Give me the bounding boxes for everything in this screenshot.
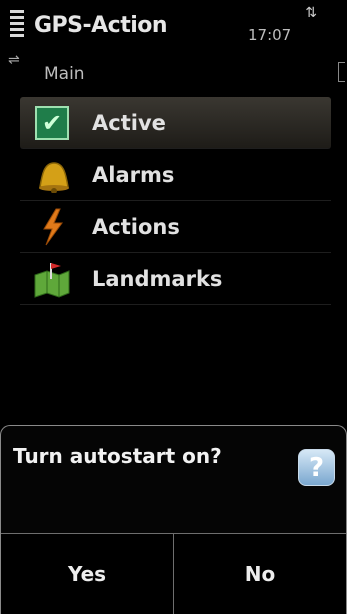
yes-button[interactable]: Yes <box>1 534 173 614</box>
menu-item-landmarks[interactable]: Landmarks <box>20 253 331 305</box>
menu-item-label: Active <box>92 110 166 135</box>
bell-icon <box>30 155 74 195</box>
dialog-buttons: Yes No <box>1 533 346 614</box>
checkbox-checked-icon: ✔ <box>30 103 74 143</box>
menu-item-label: Alarms <box>92 162 175 187</box>
no-button[interactable]: No <box>173 534 346 614</box>
menu-item-label: Landmarks <box>92 266 223 291</box>
battery-icon <box>338 62 345 82</box>
clock: 17:07 <box>248 26 292 44</box>
navigation-icon: ⇌ <box>8 52 20 68</box>
help-icon: ? <box>298 449 335 486</box>
network-activity-icon: ⇅ <box>305 5 317 21</box>
lightning-icon <box>30 207 74 247</box>
app-title: GPS-Action <box>34 13 168 38</box>
main-menu-list: ✔ Active Alarms Actions Landmarks <box>20 97 331 305</box>
menu-item-actions[interactable]: Actions <box>20 201 331 253</box>
menu-item-alarms[interactable]: Alarms <box>20 149 331 201</box>
dialog-message: Turn autostart on? <box>13 444 222 468</box>
status-bar: GPS-Action ⇅ 17:07 ⇌ Main <box>0 0 347 90</box>
menu-item-label: Actions <box>92 214 180 239</box>
autostart-dialog: Turn autostart on? ? Yes No <box>0 425 347 614</box>
signal-strength-icon <box>10 10 24 50</box>
page-subtitle: Main <box>44 64 85 84</box>
map-flag-icon <box>30 259 74 299</box>
menu-item-active[interactable]: ✔ Active <box>20 97 331 149</box>
